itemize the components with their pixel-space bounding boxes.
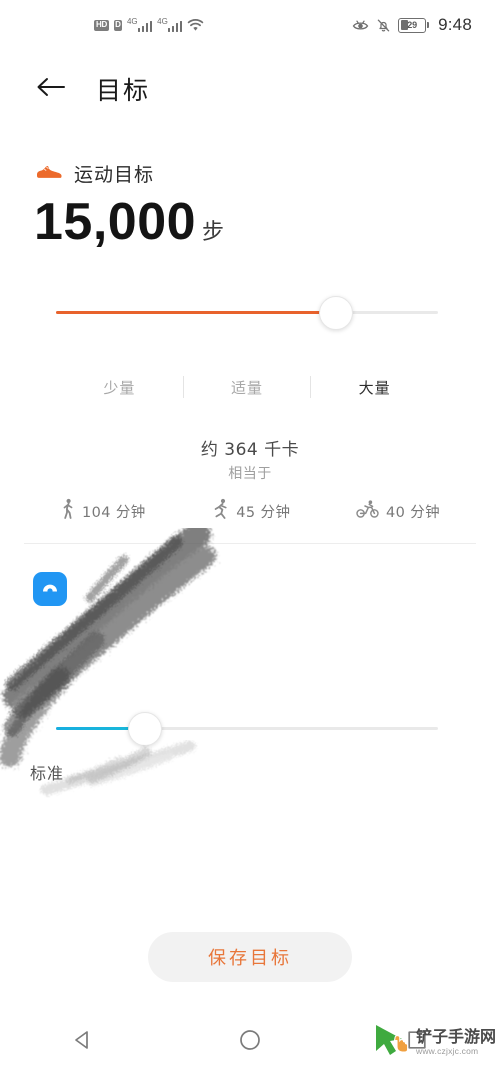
sport-goal-unit: 步 [202,220,225,245]
back-button[interactable] [32,70,70,108]
watermark: 铲子手游网 www.czjxjc.com [372,1021,496,1064]
running-shoe-icon [34,161,64,186]
cursor-arrow-logo-icon [372,1021,412,1064]
sport-goal-slider[interactable] [56,296,438,330]
equivalent-running: 45 分钟 [211,498,290,525]
section-divider [24,543,476,544]
calorie-estimate: 约 364 千卡 [200,440,300,460]
signal-strength-sim1: 4G [126,17,153,32]
segment-light[interactable]: 少量 [56,377,183,398]
sport-goal-segments: 少量 适量 大量 [56,376,438,398]
status-bar-left: HD D 4G 4G [94,18,204,32]
segment-heavy[interactable]: 大量 [311,377,438,398]
sport-slider-thumb[interactable] [318,296,353,330]
nav-home-button[interactable] [222,1019,278,1065]
segment-moderate[interactable]: 适量 [184,377,311,398]
sport-goal-header: 运动目标 [34,160,154,187]
signal-strength-sim2: 4G [157,17,183,32]
equivalent-activities: 104 分钟 45 分钟 40 分钟 [60,498,440,525]
status-clock: 9:48 [438,15,472,34]
equivalent-walking: 104 分钟 [60,498,146,525]
back-arrow-icon [36,75,66,104]
sport-goal-label: 运动目标 [74,164,155,186]
battery-icon: 29 [398,17,430,33]
eye-comfort-icon [352,18,369,33]
running-icon [211,498,230,525]
network-type-label-1: 4G [126,17,138,26]
sleep-goal-slider[interactable] [56,712,438,746]
wifi-icon [187,18,204,32]
sleep-standard-label: 标准 [30,764,65,783]
equivalent-running-text: 45 分钟 [236,505,291,521]
cycling-icon [356,499,380,524]
watermark-title: 铲子手游网 [415,1027,496,1047]
equivalent-cycling: 40 分钟 [356,499,440,524]
hd-icon: HD [94,19,109,31]
sleep-icon [33,572,67,606]
walking-icon [60,498,76,525]
calorie-equivalent-label: 相当于 [228,466,272,482]
sleep-slider-thumb[interactable] [127,712,162,746]
equivalent-walking-text: 104 分钟 [82,505,146,521]
signal-bars-icon-2 [167,20,183,32]
app-bar: 目标 [0,58,500,120]
sport-slider-fill [56,311,335,314]
equivalent-cycling-text: 40 分钟 [385,505,440,521]
sport-goal-value: 15,000 [34,193,197,251]
sim-card-icon: D [113,19,122,31]
sport-goal-value-row: 15,000 步 [34,196,224,248]
page-title: 目标 [96,76,151,105]
nav-home-circle-icon [238,1028,262,1057]
nav-back-triangle-icon [72,1029,94,1056]
nav-back-button[interactable] [55,1019,111,1065]
watermark-url: www.czjxjc.com [415,1046,479,1057]
save-goal-button[interactable]: 保存目标 [148,932,352,982]
signal-bars-icon-1 [137,20,153,32]
watermark-text: 铲子手游网 www.czjxjc.com [416,1029,496,1056]
bell-muted-icon [376,18,391,33]
status-bar: HD D 4G 4G 29 9:48 [0,0,500,50]
network-type-label-2: 4G [157,17,168,26]
status-bar-right: 29 9:48 [352,15,472,35]
battery-percent-label: 29 [407,20,417,30]
